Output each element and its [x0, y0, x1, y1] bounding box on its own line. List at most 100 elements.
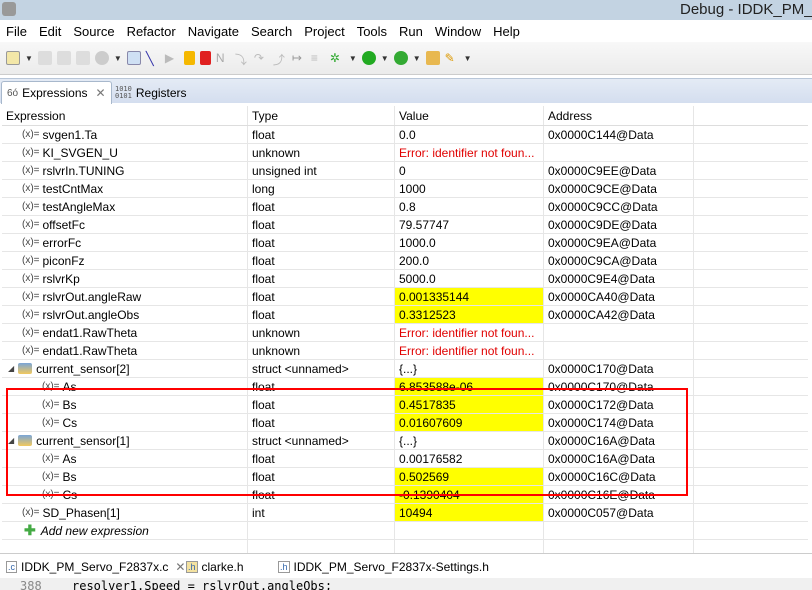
table-row[interactable]: (x)= Cs float 0.01607609 0x0000C174@Data: [2, 414, 808, 432]
cell-expression[interactable]: (x)= rslvrIn.TUNING: [2, 162, 248, 179]
cell-expression[interactable]: (x)= Cs: [2, 414, 248, 431]
cell-value[interactable]: Error: identifier not foun...: [395, 324, 544, 341]
cell-value[interactable]: Error: identifier not foun...: [395, 144, 544, 161]
menu-help[interactable]: Help: [487, 24, 526, 39]
cell-value[interactable]: 5000.0: [395, 270, 544, 287]
cell-expression[interactable]: (x)= rslvrOut.angleRaw: [2, 288, 248, 305]
cell-expression[interactable]: (x)= Bs: [2, 396, 248, 413]
cell-expression[interactable]: (x)= svgen1.Ta: [2, 126, 248, 143]
reset-icon[interactable]: N: [216, 51, 230, 65]
close-icon[interactable]: ✕: [175, 560, 185, 574]
new-dropdown-icon[interactable]: ▼: [25, 54, 33, 63]
table-row[interactable]: (x)= svgen1.Ta float 0.0 0x0000C144@Data: [2, 126, 808, 144]
table-row[interactable]: (x)= As float 6.853588e-06 0x0000C170@Data: [2, 378, 808, 396]
print-icon[interactable]: [75, 51, 90, 65]
resume-icon[interactable]: ▶: [165, 51, 179, 65]
col-header-address[interactable]: Address: [544, 106, 694, 125]
col-header-type[interactable]: Type: [248, 106, 395, 125]
menu-run[interactable]: Run: [393, 24, 429, 39]
load-program-icon[interactable]: [126, 51, 141, 65]
new-icon[interactable]: [6, 51, 20, 65]
cell-expression[interactable]: (x)= testCntMax: [2, 180, 248, 197]
suspend-icon[interactable]: [183, 51, 195, 65]
cell-value[interactable]: 0: [395, 162, 544, 179]
cell-value[interactable]: 0.8: [395, 198, 544, 215]
terminate-icon[interactable]: [199, 51, 211, 65]
cell-expression[interactable]: (x)= SD_Phasen[1]: [2, 504, 248, 521]
step-over-icon[interactable]: ↷: [254, 51, 268, 65]
menu-window[interactable]: Window: [429, 24, 487, 39]
table-row[interactable]: (x)= testCntMax long 1000 0x0000C9CE@Data: [2, 180, 808, 198]
cell-expression[interactable]: (x)= offsetFc: [2, 216, 248, 233]
cell-value[interactable]: 1000: [395, 180, 544, 197]
disconnect-icon[interactable]: ╲: [146, 51, 160, 66]
save-all-icon[interactable]: [56, 51, 71, 65]
tab-expressions[interactable]: 6ó Expressions ✕: [1, 81, 112, 104]
cell-value[interactable]: -0.1390404: [395, 486, 544, 503]
cell-value[interactable]: 0.4517835: [395, 396, 544, 413]
table-row[interactable]: (x)= Bs float 0.4517835 0x0000C172@Data: [2, 396, 808, 414]
cell-expression[interactable]: (x)= rslvrOut.angleObs: [2, 306, 248, 323]
run-to-line-icon[interactable]: ↦: [292, 51, 306, 65]
table-row[interactable]: (x)= errorFc float 1000.0 0x0000C9EA@Data: [2, 234, 808, 252]
col-header-value[interactable]: Value: [395, 106, 544, 125]
editor-tab-main-c[interactable]: .c IDDK_PM_Servo_F2837x.c ✕: [6, 557, 186, 577]
menu-edit[interactable]: Edit: [33, 24, 67, 39]
table-row[interactable]: (x)= offsetFc float 79.57747 0x0000C9DE@Data: [2, 216, 808, 234]
add-expression-label[interactable]: Add new expression: [41, 524, 149, 538]
run-icon[interactable]: [361, 51, 376, 65]
cell-expression[interactable]: (x)= piconFz: [2, 252, 248, 269]
external-tools-dropdown-icon[interactable]: ▼: [413, 54, 421, 63]
edit-dropdown-icon[interactable]: ▼: [464, 54, 472, 63]
table-row-struct[interactable]: ◢ current_sensor[2] struct <unnamed> {...} 0…: [2, 360, 808, 378]
menu-search[interactable]: Search: [245, 24, 298, 39]
cell-expression[interactable]: ◢ current_sensor[2]: [2, 360, 248, 377]
cell-expression[interactable]: (x)= rslvrKp: [2, 270, 248, 287]
cell-expression[interactable]: (x)= testAngleMax: [2, 198, 248, 215]
menu-source[interactable]: Source: [67, 24, 120, 39]
cell-expression[interactable]: (x)= As: [2, 378, 248, 395]
table-row[interactable]: (x)= As float 0.00176582 0x0000C16A@Data: [2, 450, 808, 468]
cell-value[interactable]: 0.01607609: [395, 414, 544, 431]
cell-expression[interactable]: (x)= Bs: [2, 468, 248, 485]
menu-navigate[interactable]: Navigate: [182, 24, 245, 39]
collapse-triangle-icon[interactable]: ◢: [8, 436, 14, 445]
external-tools-icon[interactable]: [393, 51, 408, 65]
menu-refactor[interactable]: Refactor: [121, 24, 182, 39]
table-row[interactable]: (x)= endat1.RawTheta unknown Error: identif…: [2, 342, 808, 360]
cell-expression[interactable]: (x)= endat1.RawTheta: [2, 324, 248, 341]
save-icon[interactable]: [37, 51, 52, 65]
menu-file[interactable]: File: [0, 24, 33, 39]
collapse-triangle-icon[interactable]: ◢: [8, 364, 14, 373]
debug-config-dropdown-icon[interactable]: ▼: [114, 54, 122, 63]
cell-expression[interactable]: (x)= KI_SVGEN_U: [2, 144, 248, 161]
editor-tab-settings-h[interactable]: .h IDDK_PM_Servo_F2837x-Settings.h: [278, 557, 489, 577]
cell-value[interactable]: 1000.0: [395, 234, 544, 251]
cell-value[interactable]: 6.853588e-06: [395, 378, 544, 395]
table-row[interactable]: (x)= Cs float -0.1390404 0x0000C16E@Data: [2, 486, 808, 504]
table-row[interactable]: (x)= testAngleMax float 0.8 0x0000C9CC@Data: [2, 198, 808, 216]
table-row[interactable]: (x)= endat1.RawTheta unknown Error: identif…: [2, 324, 808, 342]
cell-expression[interactable]: (x)= endat1.RawTheta: [2, 342, 248, 359]
cell-expression[interactable]: (x)= As: [2, 450, 248, 467]
cell-value[interactable]: 0.00176582: [395, 450, 544, 467]
tab-registers[interactable]: 1010 0101 Registers: [110, 81, 192, 104]
cell-expression[interactable]: (x)= Cs: [2, 486, 248, 503]
table-row-struct[interactable]: ◢ current_sensor[1] struct <unnamed> {...} 0…: [2, 432, 808, 450]
table-row[interactable]: (x)= KI_SVGEN_U unknown Error: identifier n…: [2, 144, 808, 162]
table-row[interactable]: (x)= rslvrOut.angleRaw float 0.001335144 0x0…: [2, 288, 808, 306]
cell-expression[interactable]: ◢ current_sensor[1]: [2, 432, 248, 449]
menu-project[interactable]: Project: [298, 24, 350, 39]
assembly-step-icon[interactable]: ≡: [311, 51, 325, 65]
table-row[interactable]: (x)= piconFz float 200.0 0x0000C9CA@Data: [2, 252, 808, 270]
table-row[interactable]: (x)= rslvrKp float 5000.0 0x0000C9E4@Data: [2, 270, 808, 288]
cell-value[interactable]: 0.3312523: [395, 306, 544, 323]
cell-value[interactable]: 200.0: [395, 252, 544, 269]
debug-config-icon[interactable]: [94, 51, 109, 65]
cell-value[interactable]: 0.0: [395, 126, 544, 143]
col-header-expression[interactable]: Expression: [2, 106, 248, 125]
step-into-icon[interactable]: ⤵: [235, 51, 249, 67]
cell-expression[interactable]: (x)= errorFc: [2, 234, 248, 251]
menu-tools[interactable]: Tools: [351, 24, 393, 39]
close-icon[interactable]: ✕: [96, 86, 106, 100]
